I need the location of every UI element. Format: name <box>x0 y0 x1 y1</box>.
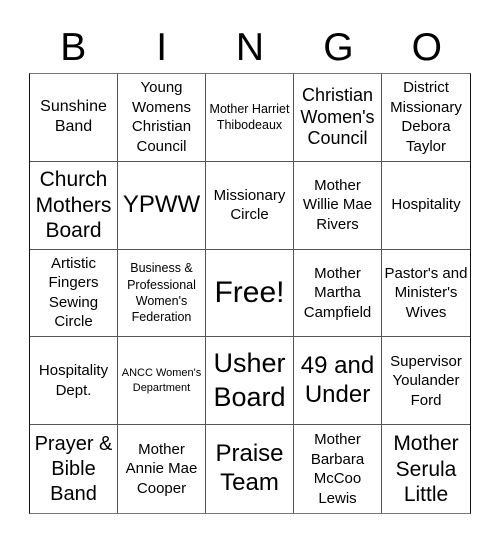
bingo-cell[interactable]: Usher Board <box>206 337 294 426</box>
bingo-cell[interactable]: Mother Annie Mae Cooper <box>118 425 206 513</box>
bingo-cell[interactable]: Young Womens Christian Council <box>118 74 206 162</box>
bingo-cell[interactable]: Sunshine Band <box>30 74 118 162</box>
bingo-cell[interactable]: Supervisor Youlander Ford <box>382 337 470 426</box>
bingo-cell[interactable]: Hospitality <box>382 162 470 250</box>
bingo-cell[interactable]: Prayer & Bible Band <box>30 425 118 513</box>
bingo-cell[interactable]: Artistic Fingers Sewing Circle <box>30 249 118 338</box>
bingo-cell[interactable]: Mother Barbara McCoo Lewis <box>294 425 382 513</box>
bingo-cell[interactable]: Business & Professional Women's Federati… <box>118 249 206 338</box>
bingo-cell[interactable]: Mother Martha Campfield <box>294 249 382 338</box>
bingo-cell[interactable]: Mother Serula Little <box>382 425 470 513</box>
header-letter-i: I <box>156 26 168 69</box>
bingo-cell[interactable]: Hospitality Dept. <box>30 337 118 426</box>
bingo-cell[interactable]: Mother Harriet Thibodeaux <box>206 74 294 162</box>
bingo-cell[interactable]: District Missionary Debora Taylor <box>382 74 470 162</box>
bingo-cell[interactable]: Christian Women's Council <box>294 74 382 162</box>
bingo-cell[interactable]: Mother Willie Mae Rivers <box>294 161 382 250</box>
bingo-cell[interactable]: YPWW <box>118 161 206 250</box>
bingo-cell[interactable]: Church Mothers Board <box>30 161 118 250</box>
bingo-cell[interactable]: Pastor's and Minister's Wives <box>382 250 470 338</box>
bingo-cell[interactable]: Missionary Circle <box>206 161 294 250</box>
bingo-card-grid: Sunshine Band Young Womens Christian Cou… <box>29 73 471 514</box>
bingo-cell[interactable]: Praise Team <box>206 425 294 513</box>
bingo-cell[interactable]: 49 and Under <box>294 337 382 426</box>
header-letter-o: O <box>411 26 442 69</box>
header-letter-b: B <box>60 26 87 69</box>
free-space-cell[interactable]: Free! <box>206 249 294 338</box>
header-letter-n: N <box>235 26 265 69</box>
bingo-cell[interactable]: ANCC Women's Department <box>118 337 206 426</box>
header-letter-g: G <box>323 26 354 69</box>
bingo-header: B I N G O <box>29 24 471 72</box>
